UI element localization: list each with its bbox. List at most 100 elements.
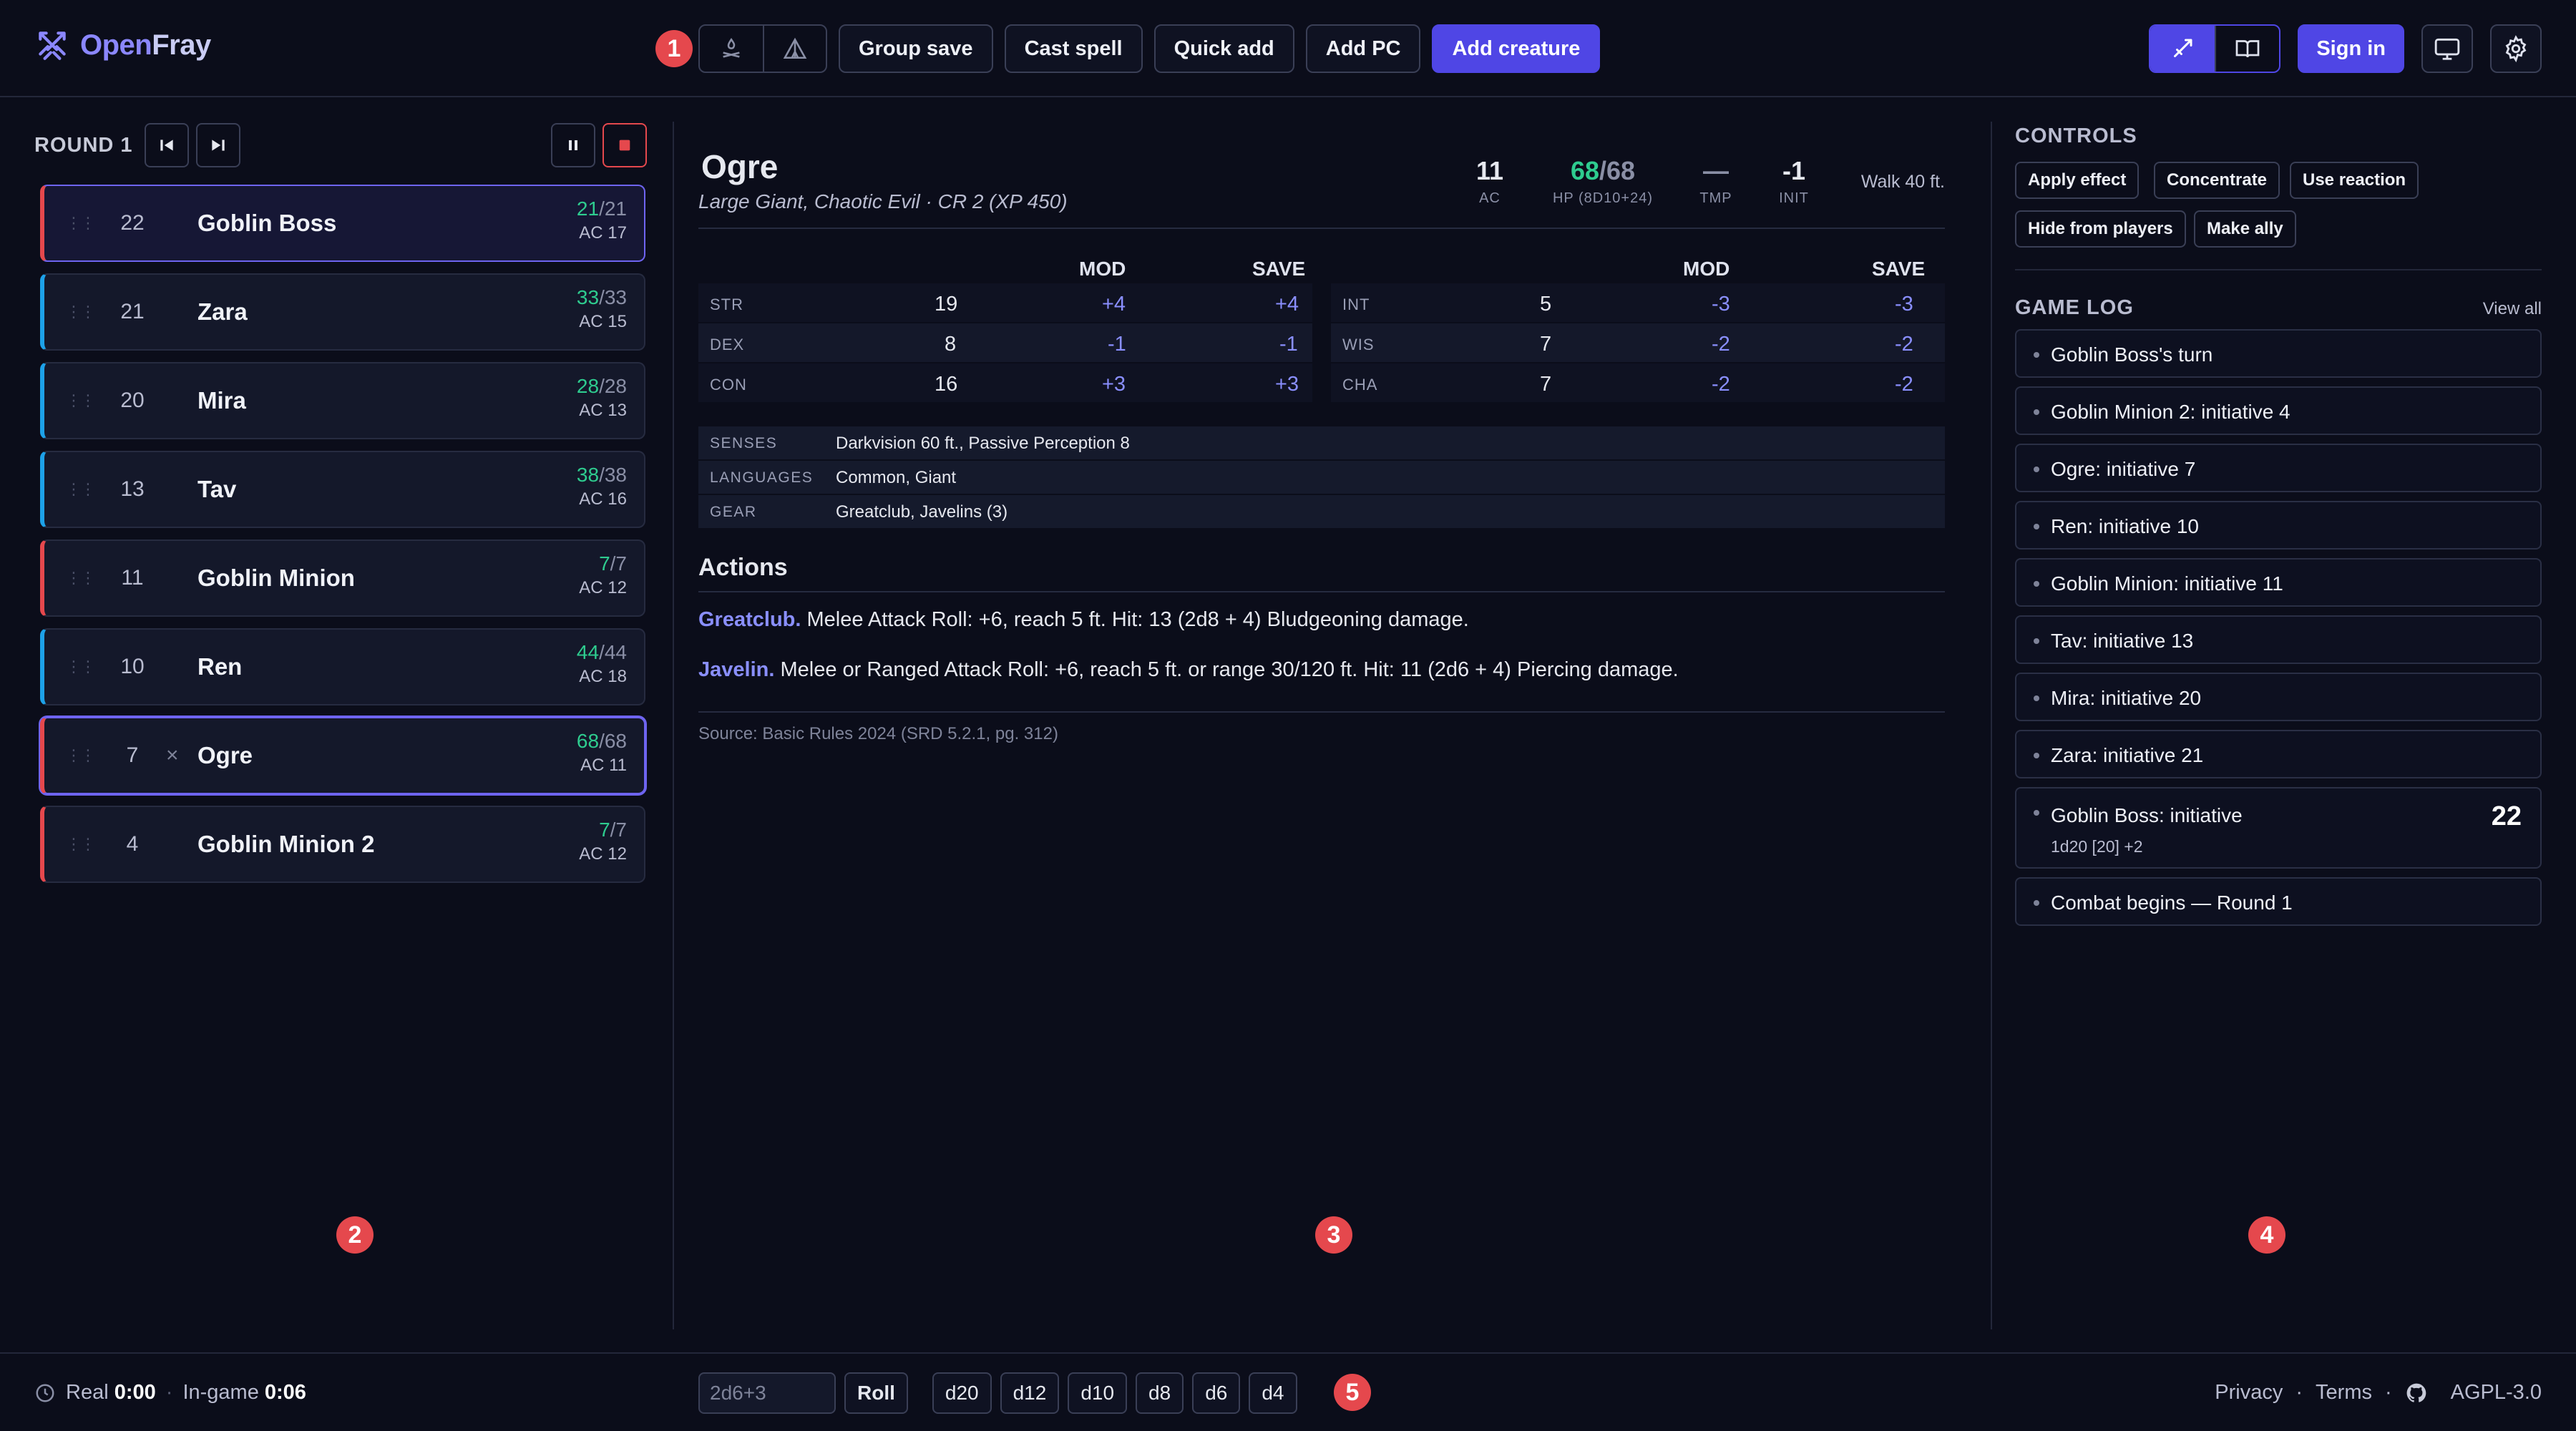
github-icon[interactable] [2405,1382,2428,1405]
save-roll[interactable]: +3 [1275,373,1299,396]
combatant-stats[interactable]: 7/7 AC 12 [579,819,627,864]
combatant-row[interactable]: ⋮⋮ 21 Zara 33/33 AC 15 [40,273,645,351]
save-roll[interactable]: -2 [1895,373,1913,396]
combatant-stats[interactable]: 38/38 AC 16 [577,464,627,509]
terms-link[interactable]: Terms [2316,1381,2372,1405]
combatant-row[interactable]: ⋮⋮ 10 Ren 44/44 AC 18 [40,628,645,705]
sword-icon[interactable] [2150,26,2215,72]
combatant-name[interactable]: Goblin Minion 2 [197,831,374,858]
ac-stat: 11 AC [1475,156,1504,206]
apply-effect-button[interactable]: Apply effect [2015,162,2140,199]
combatant-row[interactable]: ⋮⋮ 4 Goblin Minion 2 7/7 AC 12 [40,806,645,883]
combatant-name[interactable]: Goblin Boss [197,210,336,237]
initiative-value[interactable]: 13 [107,477,157,502]
drag-handle-icon[interactable]: ⋮⋮ [66,214,96,233]
action-roll-link[interactable]: Javelin. [698,658,774,681]
combatant-name[interactable]: Tav [197,476,236,503]
add-creature-button[interactable]: Add creature [1432,24,1601,73]
info-row-languages: LANGUAGES Common, Giant [698,461,1945,494]
stop-combat-button[interactable] [602,123,647,167]
temp-hp-stat[interactable]: — TMP [1687,156,1745,207]
gear-icon[interactable] [2490,24,2542,73]
roll-button[interactable]: Roll [844,1372,908,1414]
d10-button[interactable]: d10 [1068,1372,1128,1414]
drag-handle-icon[interactable]: ⋮⋮ [66,569,96,587]
save-roll[interactable]: -3 [1895,293,1913,316]
combatant-stats[interactable]: 33/33 AC 15 [577,286,627,332]
d8-button[interactable]: d8 [1136,1372,1184,1414]
dice-expression-input[interactable]: 2d6+3 [698,1372,836,1414]
make-ally-button[interactable]: Make ally [2194,210,2296,248]
combatant-name[interactable]: Zara [197,298,248,326]
d12-button[interactable]: d12 [1000,1372,1060,1414]
license-link[interactable]: AGPL-3.0 [2451,1381,2542,1405]
mod-header: MOD [1683,258,1730,280]
combatant-stats[interactable]: 44/44 AC 18 [577,641,627,687]
next-turn-button[interactable] [195,123,240,167]
combatant-list: ⋮⋮ 22 Goblin Boss 21/21 AC 17 ⋮⋮ 21 Zara … [40,185,645,894]
d6-button[interactable]: d6 [1192,1372,1241,1414]
cast-spell-button[interactable]: Cast spell [1004,24,1143,73]
drag-handle-icon[interactable]: ⋮⋮ [66,303,96,321]
initiative-value[interactable]: 7 [107,743,157,768]
hp-max: /33 [599,286,627,308]
save-roll[interactable]: -2 [1895,333,1913,356]
combatant-row[interactable]: ⋮⋮ 7 × Ogre 68/68 AC 11 [40,717,645,794]
initiative-value[interactable]: 21 [107,300,157,324]
remove-icon[interactable]: × [166,743,179,768]
concentrate-button[interactable]: Concentrate [2154,162,2280,199]
action-greatclub: Greatclub. Melee Attack Roll: +6, reach … [698,608,1469,631]
initiative-value[interactable]: 20 [107,389,157,413]
hp-max: /28 [599,375,627,397]
ability-table-left: MOD SAVE STR 19 +4 +4 DEX 8 -1 -1 CON 16 +3 +3 [698,253,1312,402]
drag-handle-icon[interactable]: ⋮⋮ [66,746,96,765]
d20-button[interactable]: d20 [932,1372,992,1414]
drag-handle-icon[interactable]: ⋮⋮ [66,835,96,854]
action-roll-link[interactable]: Greatclub. [698,608,801,631]
d4-button[interactable]: d4 [1249,1372,1297,1414]
privacy-link[interactable]: Privacy [2215,1381,2283,1405]
ability-rows: STR 19 +4 +4 DEX 8 -1 -1 CON 16 +3 +3 [698,283,1312,402]
app-logo[interactable]: OpenFray [34,27,211,63]
pause-button[interactable] [551,123,595,167]
initiative-value[interactable]: 11 [107,566,157,590]
drag-handle-icon[interactable]: ⋮⋮ [66,391,96,410]
view-all-link[interactable]: View all [2483,299,2542,319]
use-reaction-button[interactable]: Use reaction [2290,162,2419,199]
initiative-value[interactable]: 4 [107,832,157,856]
sign-in-button[interactable]: Sign in [2298,24,2404,73]
combatant-name[interactable]: Ren [197,653,242,680]
tent-icon[interactable] [763,26,826,72]
book-icon[interactable] [2215,26,2279,72]
campfire-icon[interactable] [700,26,763,72]
view-toggle [2149,24,2281,73]
combatant-row[interactable]: ⋮⋮ 22 Goblin Boss 21/21 AC 17 [40,185,645,262]
monitor-icon[interactable] [2421,24,2473,73]
combatant-row[interactable]: ⋮⋮ 20 Mira 28/28 AC 13 [40,362,645,439]
previous-turn-button[interactable] [144,123,189,167]
combatant-stats[interactable]: 21/21 AC 17 [577,197,627,243]
hide-from-players-button[interactable]: Hide from players [2015,210,2186,248]
ingame-time: In-game 0:06 [182,1381,306,1404]
initiative-value[interactable]: 22 [107,211,157,235]
combatant-row[interactable]: ⋮⋮ 11 Goblin Minion 7/7 AC 12 [40,539,645,617]
combatant-stats[interactable]: 28/28 AC 13 [577,375,627,421]
save-roll[interactable]: +4 [1275,293,1299,316]
combatant-name[interactable]: Goblin Minion [197,565,355,592]
combatant-name[interactable]: Ogre [197,742,253,769]
add-pc-button[interactable]: Add PC [1305,24,1421,73]
save-roll[interactable]: -1 [1279,333,1298,356]
combatant-row[interactable]: ⋮⋮ 13 Tav 38/38 AC 16 [40,451,645,528]
log-entry: Ogre: initiative 7 [2015,444,2542,492]
combatant-stats[interactable]: 68/68 AC 11 [577,730,627,776]
group-save-button[interactable]: Group save [839,24,993,73]
drag-handle-icon[interactable]: ⋮⋮ [66,480,96,499]
hp-stat[interactable]: 68/68 HP (8D10+24) [1540,156,1666,207]
drag-handle-icon[interactable]: ⋮⋮ [66,658,96,676]
combatant-stats[interactable]: 7/7 AC 12 [579,552,627,598]
combatant-name[interactable]: Mira [197,387,246,414]
initiative-value[interactable]: 10 [107,655,157,679]
quick-add-button[interactable]: Quick add [1153,24,1294,73]
divider-right [1991,122,1992,1329]
action-javelin: Javelin. Melee or Ranged Attack Roll: +6… [698,658,1679,681]
